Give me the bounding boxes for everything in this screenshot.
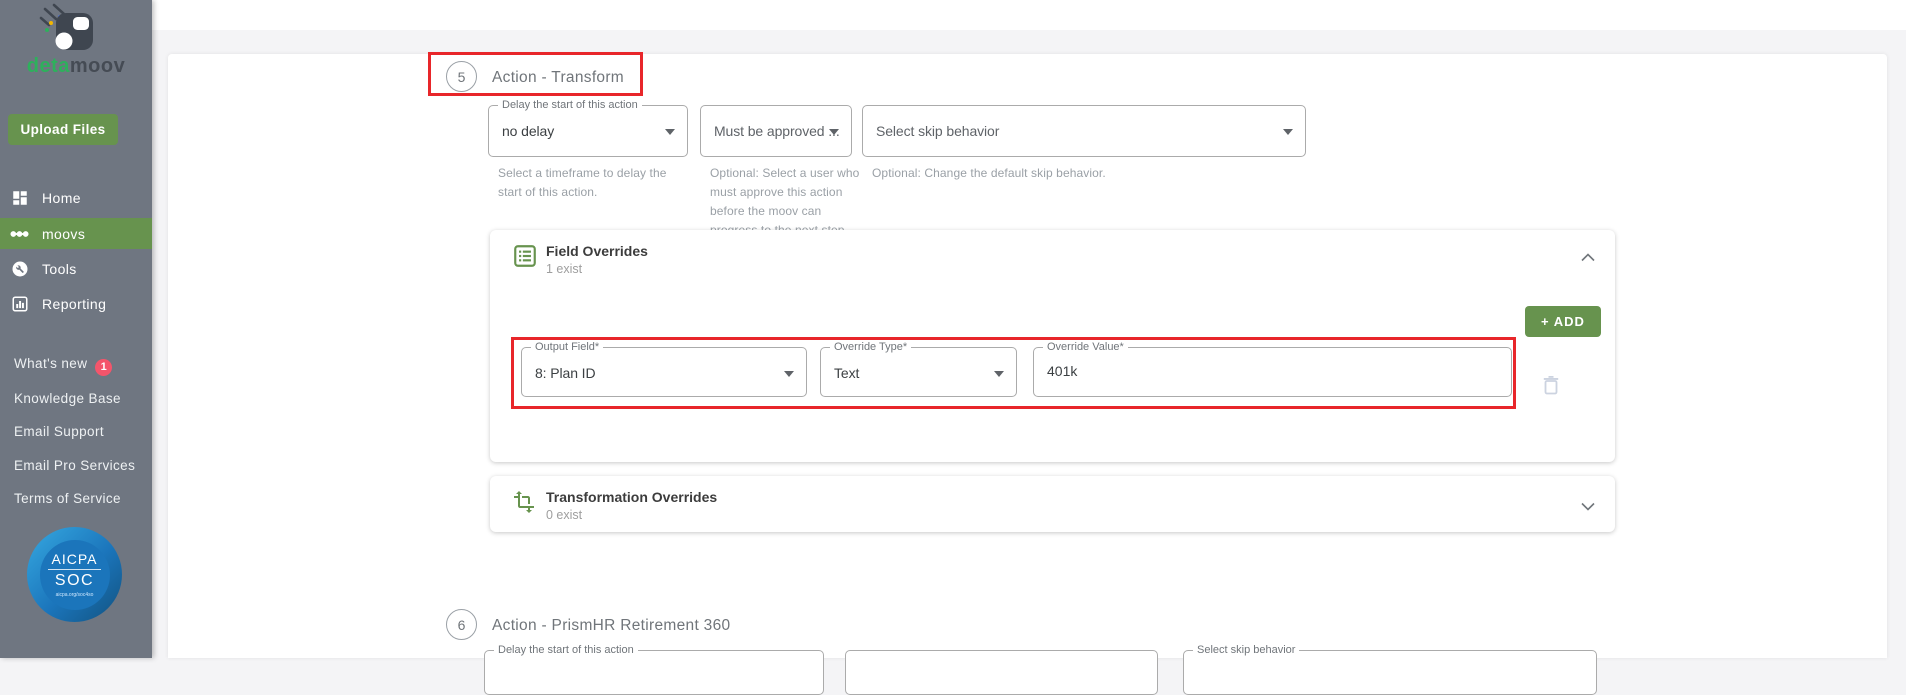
sidebar-item-label: Tools [42,260,77,277]
delay-helper-text: Select a timeframe to delay the start of… [498,166,667,199]
sidebar-link-knowledge-base[interactable]: Knowledge Base [14,391,121,406]
sidebar-link-whats-new[interactable]: What's new 1 [14,356,113,376]
delete-override-trash-icon[interactable] [1543,376,1559,400]
output-field-value: 8: Plan ID [535,365,596,381]
step6-approver-select[interactable] [845,650,1158,695]
dropdown-arrow-icon [994,371,1004,377]
step6-skip-select[interactable]: Select skip behavior [1183,644,1597,695]
home-dashboard-icon [10,188,29,207]
sidebar-link-label: What's new [14,356,88,371]
override-type-select[interactable]: Override Type* Text [820,341,1017,397]
delay-select[interactable]: Delay the start of this action no delay [488,99,688,157]
override-type-value: Text [834,365,860,381]
step6-title: Action - PrismHR Retirement 360 [492,617,731,634]
logo-text: detamoov [0,55,152,78]
transformation-overrides-title: Transformation Overrides [546,489,718,505]
step5-number-badge: 5 [446,61,477,92]
sidebar: detamoov Upload Files Home moovs Tools R… [0,0,152,658]
soc-url-label: aicpa.org/soc4so [55,592,94,598]
delay-select-label: Delay the start of this action [498,99,642,111]
tools-wrench-icon [10,259,29,278]
field-overrides-count: 1 exist [546,262,583,276]
add-override-button[interactable]: + ADD [1525,306,1601,337]
override-type-label: Override Type* [830,341,912,353]
step6-number-badge: 6 [446,609,477,640]
sidebar-link-email-support[interactable]: Email Support [14,424,104,439]
step6-delay-label: Delay the start of this action [494,644,638,656]
collapse-chevron-up-icon[interactable] [1581,249,1595,267]
sidebar-item-tools[interactable]: Tools [0,253,152,284]
step5-number: 5 [457,68,466,85]
sidebar-link-email-pro-services[interactable]: Email Pro Services [14,458,135,473]
aicpa-soc-badge-inner: AICPA SOC aicpa.org/soc4so [39,539,110,610]
sidebar-item-reporting[interactable]: Reporting [0,288,152,319]
step6-skip-label: Select skip behavior [1193,644,1300,656]
expand-chevron-down-icon[interactable] [1581,498,1595,516]
logo-text-green: deta [26,55,70,77]
sidebar-item-label: Home [42,189,81,206]
sidebar-link-terms-of-service[interactable]: Terms of Service [14,491,121,506]
sidebar-item-moovs[interactable]: moovs [0,218,152,249]
sidebar-item-home[interactable]: Home [0,182,152,213]
moovs-dots-icon [10,224,29,243]
logo-mark-icon [34,3,96,55]
step6-number: 6 [457,616,466,633]
approver-select[interactable]: Must be approved ... [700,105,852,157]
sidebar-item-label: Reporting [42,295,107,312]
skip-helper-text: Optional: Change the default skip behavi… [872,166,1106,180]
upload-files-button[interactable]: Upload Files [8,114,118,145]
whats-new-count-badge: 1 [95,359,113,376]
skip-behavior-select-value: Select skip behavior [876,123,1000,139]
override-value-label: Override Value* [1043,341,1128,353]
output-field-label: Output Field* [531,341,604,353]
approver-select-value: Must be approved ... [714,123,840,139]
top-bar: TV [152,0,1906,30]
dropdown-arrow-icon [1283,129,1293,135]
override-value-input[interactable] [1047,363,1429,379]
list-icon [512,243,538,269]
step5-title: Action - Transform [492,69,625,86]
aicpa-soc-badge: AICPA SOC aicpa.org/soc4so [27,527,122,622]
logo-text-gray: moov [69,55,126,77]
sidebar-item-label: moovs [42,225,86,242]
soc-label: SOC [54,572,95,589]
dropdown-arrow-icon [665,129,675,135]
transformation-overrides-card: Transformation Overrides 0 exist [490,476,1615,532]
aicpa-label: AICPA [47,551,102,570]
dropdown-arrow-icon [829,129,839,135]
output-field-select[interactable]: Output Field* 8: Plan ID [521,341,807,397]
override-value-field: Override Value* [1033,341,1512,397]
transform-icon [512,490,538,516]
dropdown-arrow-icon [784,371,794,377]
approver-helper-text: Optional: Select a user who must approve… [710,166,860,237]
transformation-overrides-count: 0 exist [546,508,583,522]
step6-delay-select[interactable]: Delay the start of this action [484,644,824,695]
reporting-chart-icon [10,294,29,313]
field-overrides-title: Field Overrides [546,243,648,259]
delay-select-value: no delay [502,123,555,139]
skip-behavior-select[interactable]: Select skip behavior [862,105,1306,157]
